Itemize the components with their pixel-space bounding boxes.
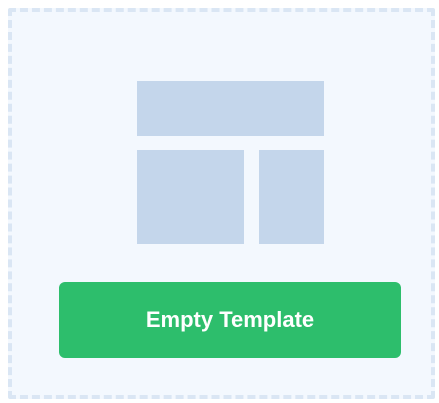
empty-template-button[interactable]: Empty Template bbox=[59, 282, 401, 358]
layout-side-block bbox=[259, 150, 324, 244]
layout-header-block bbox=[137, 81, 324, 136]
empty-template-card[interactable]: Empty Template bbox=[8, 8, 435, 399]
layout-main-block bbox=[137, 150, 244, 244]
